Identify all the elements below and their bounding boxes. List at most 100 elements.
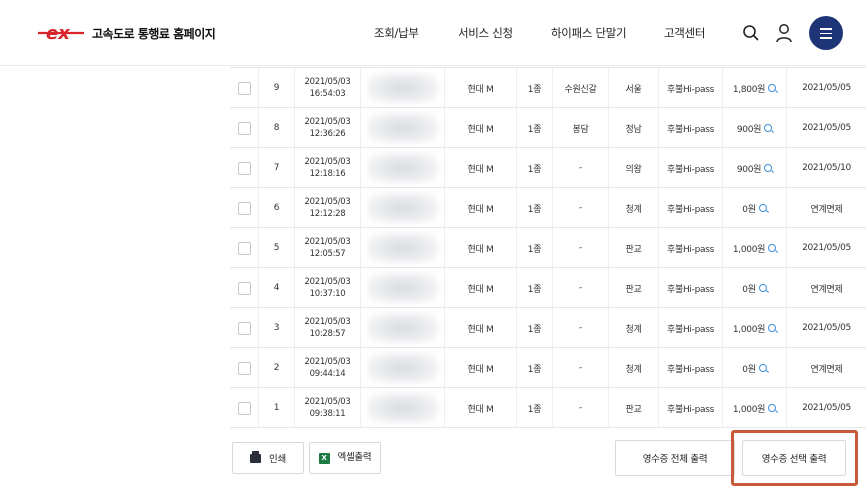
time-line: 10:37:10 <box>309 289 346 299</box>
row-checkbox[interactable] <box>237 201 251 215</box>
cell-exit: 정남 <box>608 108 658 148</box>
redacted-plate <box>367 153 438 183</box>
cell-entry: - <box>552 228 608 268</box>
cell-datetime: 2021/05/03 10:37:10 <box>294 268 360 308</box>
nav-inquiry-payment[interactable]: 조회/납부 <box>374 25 419 41</box>
redacted-plate <box>367 353 438 383</box>
entry-text: - <box>579 363 582 373</box>
exit-text: 판교 <box>625 284 642 295</box>
cell-entry: - <box>552 268 608 308</box>
zoom-detail-icon[interactable] <box>768 404 777 412</box>
no-text: 9 <box>273 83 280 93</box>
menu-button[interactable] <box>809 16 843 50</box>
cell-pay: 후불Hi-pass <box>658 268 722 308</box>
site-logo[interactable]: ex 고속도로 통행료 홈페이지 <box>36 22 216 44</box>
exit-text: 청계 <box>625 324 642 335</box>
datetime-text: 2021/05/03 16:54:03 <box>305 76 351 100</box>
excel-export-button[interactable]: X 엑셀출력 <box>309 442 381 474</box>
car-text: 현대 M <box>467 204 494 215</box>
time-line: 12:18:16 <box>309 169 346 179</box>
table-row: 8 2021/05/03 12:36:26 현대 M 1종 봉담 정남 후불Hi-pass 90… <box>230 108 866 148</box>
exit-text: 정남 <box>625 124 642 135</box>
cell-exit: 판교 <box>608 268 658 308</box>
receipt-print-all-button[interactable]: 영수증 전체 출력 <box>615 440 735 476</box>
row-checkbox[interactable] <box>237 281 251 295</box>
row-checkbox[interactable] <box>237 361 251 375</box>
pay-text: 후불Hi-pass <box>667 204 714 215</box>
time-line: 09:44:14 <box>309 369 346 379</box>
cell-pay: 후불Hi-pass <box>658 348 722 388</box>
redacted-plate <box>367 233 438 263</box>
time-line: 09:38:11 <box>309 409 346 419</box>
cell-entry: 봉담 <box>552 108 608 148</box>
row-checkbox[interactable] <box>237 121 251 135</box>
cell-exit: 판교 <box>608 228 658 268</box>
print-button[interactable]: 인쇄 <box>232 442 304 474</box>
cell-amount: 900원 <box>722 108 786 148</box>
cell-pay: 후불Hi-pass <box>658 388 722 428</box>
cell-no: 2 <box>258 348 294 388</box>
date-line: 2021/05/03 <box>304 357 351 367</box>
row-checkbox[interactable] <box>237 161 251 175</box>
cell-car: 현대 M <box>444 308 516 348</box>
pay-text: 후불Hi-pass <box>667 364 714 375</box>
menu-icon <box>820 28 832 30</box>
zoom-detail-icon[interactable] <box>764 124 773 132</box>
car-text: 현대 M <box>467 284 494 295</box>
redacted-plate <box>367 313 438 343</box>
redacted-plate <box>367 73 438 103</box>
date-line: 2021/05/03 <box>304 237 351 247</box>
user-icon[interactable] <box>775 23 793 43</box>
cell-check <box>230 188 258 228</box>
car-text: 현대 M <box>467 164 494 175</box>
class-text: 1종 <box>527 284 542 295</box>
cell-no: 8 <box>258 108 294 148</box>
nav-customer-center[interactable]: 고객센터 <box>664 25 705 41</box>
cell-car: 현대 M <box>444 188 516 228</box>
table-row: 6 2021/05/03 12:12:28 현대 M 1종 - 청계 후불Hi-pass 0원 연… <box>230 188 866 228</box>
entry-text: - <box>579 403 582 413</box>
cell-datetime: 2021/05/03 10:28:57 <box>294 308 360 348</box>
class-text: 1종 <box>527 244 542 255</box>
row-checkbox[interactable] <box>237 81 251 95</box>
row-checkbox[interactable] <box>237 241 251 255</box>
datetime-text: 2021/05/03 09:38:11 <box>305 396 351 420</box>
zoom-detail-icon[interactable] <box>758 364 767 372</box>
entry-text: 수원신갈 <box>564 84 597 95</box>
amount-text: 0원 <box>742 204 756 215</box>
zoom-detail-icon[interactable] <box>768 244 777 252</box>
cell-amount: 1,000원 <box>722 228 786 268</box>
printer-icon <box>250 450 262 463</box>
datetime-text: 2021/05/03 12:18:16 <box>305 156 351 180</box>
cell-plate <box>360 68 444 108</box>
nav-service-application[interactable]: 서비스 신청 <box>458 25 513 41</box>
datetime-text: 2021/05/03 09:44:14 <box>305 356 351 380</box>
time-line: 16:54:03 <box>309 89 346 99</box>
site-title: 고속도로 통행료 홈페이지 <box>92 26 216 41</box>
pay-text: 후불Hi-pass <box>667 404 714 415</box>
nav-hipass-terminal[interactable]: 하이패스 단말기 <box>551 25 627 41</box>
datetime-text: 2021/05/03 10:37:10 <box>305 276 351 300</box>
cell-plate <box>360 108 444 148</box>
cell-plate <box>360 308 444 348</box>
amount-text: 0원 <box>742 364 756 375</box>
zoom-detail-icon[interactable] <box>768 324 777 332</box>
datetime-text: 2021/05/03 12:12:28 <box>305 196 351 220</box>
row-checkbox[interactable] <box>237 401 251 415</box>
zoom-detail-icon[interactable] <box>764 164 773 172</box>
zoom-detail-icon[interactable] <box>758 204 767 212</box>
search-icon[interactable] <box>742 24 760 42</box>
time-line: 12:36:26 <box>309 129 346 139</box>
amount-text: 1,000원 <box>732 404 766 415</box>
cell-date: 2021/05/05 <box>786 68 866 108</box>
zoom-detail-icon[interactable] <box>758 284 767 292</box>
cell-class: 1종 <box>516 68 552 108</box>
receipt-print-selected-button[interactable]: 영수증 선택 출력 <box>742 440 846 476</box>
cell-car: 현대 M <box>444 348 516 388</box>
date-line: 2021/05/03 <box>304 117 351 127</box>
row-checkbox[interactable] <box>237 321 251 335</box>
zoom-detail-icon[interactable] <box>768 84 777 92</box>
cell-entry: - <box>552 308 608 348</box>
no-text: 3 <box>273 323 280 333</box>
cell-no: 7 <box>258 148 294 188</box>
